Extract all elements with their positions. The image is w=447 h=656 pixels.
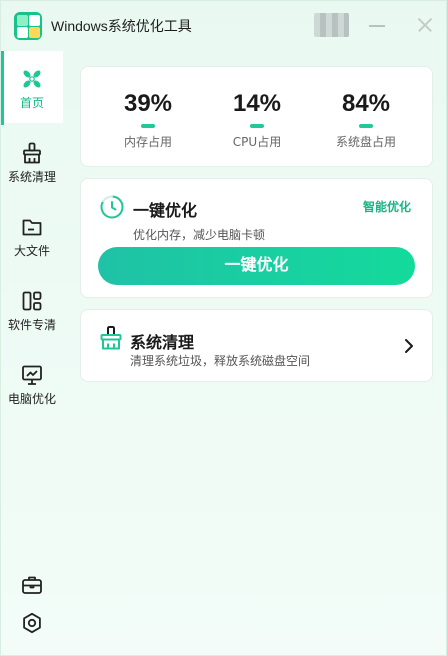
broom-icon (23, 142, 41, 164)
sidebar-item-large-files[interactable]: 大文件 (1, 199, 63, 271)
disk-usage-value: 84% (341, 90, 391, 117)
toolbox-icon[interactable] (20, 573, 44, 597)
settings-icon[interactable] (20, 611, 44, 635)
sidebar-item-label: 大文件 (13, 244, 50, 258)
cpu-usage-value: 14% (232, 90, 282, 117)
sidebar-item-system-clean[interactable]: 系统清理 (1, 125, 63, 197)
sidebar-item-pc-optimize[interactable]: 电脑优化 (1, 347, 63, 419)
app-title: Windows系统优化工具 (51, 18, 192, 34)
system-clean-description: 清理系统垃圾，释放系统磁盘空间 (130, 354, 311, 368)
app-logo-icon (14, 12, 42, 40)
memory-usage-value: 39% (123, 90, 173, 117)
optimize-description: 优化内存，减少电脑卡顿 (133, 228, 266, 242)
smart-optimize-link[interactable]: 智能优化 (363, 198, 411, 215)
system-clean-card[interactable]: 系统清理 清理系统垃圾，释放系统磁盘空间 (80, 309, 433, 382)
sidebar-item-home[interactable]: 首页 (1, 51, 63, 125)
sidebar: 首页 系统清理 大文件 软件专清 电脑优化 (1, 51, 63, 656)
close-button[interactable] (415, 15, 435, 35)
minimize-button[interactable] (367, 15, 387, 35)
fan-icon (23, 70, 41, 88)
timer-icon (100, 195, 124, 219)
cpu-usage-label: CPU占用 (232, 135, 282, 149)
one-click-optimize-button[interactable]: 一键优化 (98, 247, 415, 285)
broom-icon (100, 326, 122, 350)
memory-indicator (141, 124, 155, 128)
chevron-right-icon[interactable] (403, 337, 415, 355)
one-click-optimize-card: 一键优化 智能优化 优化内存，减少电脑卡顿 一键优化 (80, 178, 433, 298)
avatar[interactable] (314, 13, 349, 37)
disk-indicator (359, 124, 373, 128)
system-clean-title: 系统清理 (130, 333, 195, 352)
cpu-indicator (250, 124, 264, 128)
apps-icon (22, 291, 42, 311)
app-window: Windows系统优化工具 首页 系统清理 大文件 软件专清 电脑优化 39% … (0, 0, 447, 656)
sidebar-item-label: 首页 (19, 96, 44, 110)
monitor-icon (22, 365, 42, 385)
disk-usage-label: 系统盘占用 (335, 135, 396, 149)
sidebar-item-label: 软件专清 (7, 318, 56, 332)
sidebar-item-label: 系统清理 (7, 170, 56, 184)
usage-stats-card: 39% 内存占用 14% CPU占用 84% 系统盘占用 (80, 66, 433, 167)
memory-usage-label: 内存占用 (123, 135, 172, 149)
sidebar-item-label: 电脑优化 (7, 392, 56, 406)
folder-icon (22, 219, 42, 236)
sidebar-item-software-clean[interactable]: 软件专清 (1, 273, 63, 345)
optimize-title: 一键优化 (133, 201, 198, 220)
title-bar[interactable]: Windows系统优化工具 (1, 1, 447, 51)
